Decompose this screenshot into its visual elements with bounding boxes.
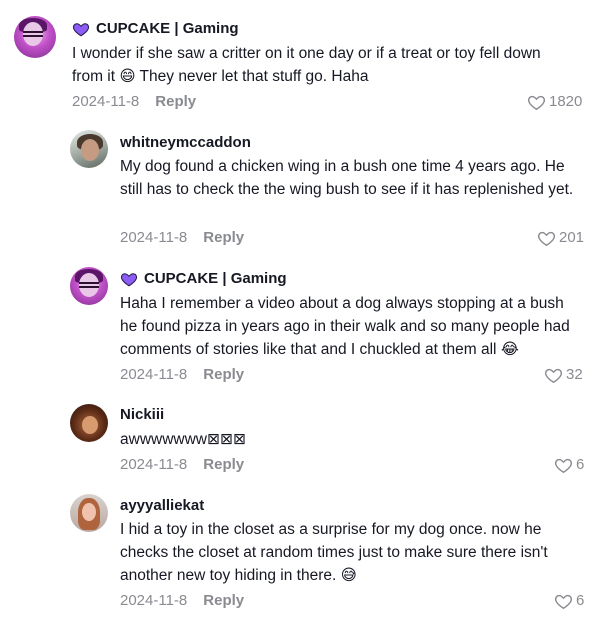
comment-date: 2024-11-8 bbox=[120, 366, 188, 383]
heart-outline-icon bbox=[544, 368, 563, 383]
comment-meta: 2024-11-8 Reply bbox=[120, 365, 244, 385]
comment-date: 2024-11-8 bbox=[120, 229, 188, 246]
reply-button[interactable]: Reply bbox=[155, 93, 196, 110]
avatar[interactable] bbox=[70, 267, 108, 305]
comment-text: Haha I remember a video about a dog alwa… bbox=[120, 295, 570, 358]
comment-text: awwwwwww⊠⊠⊠ bbox=[120, 431, 246, 448]
comment-meta: 2024-11-8 Reply bbox=[120, 591, 244, 611]
reply-button[interactable]: Reply bbox=[203, 592, 244, 609]
like-count: 32 bbox=[566, 366, 583, 383]
comment-text: I hid a toy in the closet as a surprise … bbox=[120, 521, 548, 584]
like-count: 6 bbox=[576, 592, 585, 609]
comment-date: 2024-11-8 bbox=[120, 592, 188, 609]
reply-button[interactable]: Reply bbox=[203, 366, 244, 383]
comment-date: 2024-11-8 bbox=[72, 93, 140, 110]
heart-outline-icon bbox=[554, 594, 573, 609]
comment-username[interactable]: CUPCAKE | Gaming bbox=[120, 269, 287, 289]
comment-username[interactable]: CUPCAKE | Gaming bbox=[72, 19, 239, 39]
comment-username[interactable]: Nickiii bbox=[120, 405, 164, 425]
like-count: 6 bbox=[576, 456, 585, 473]
comment-date: 2024-11-8 bbox=[120, 456, 188, 473]
like-button[interactable]: 201 bbox=[537, 228, 584, 248]
like-button[interactable]: 6 bbox=[554, 455, 584, 475]
comment-meta: 2024-11-8 Reply bbox=[120, 228, 244, 248]
purple-heart-icon bbox=[72, 23, 90, 37]
reply-button[interactable]: Reply bbox=[203, 229, 244, 246]
like-count: 201 bbox=[559, 229, 585, 246]
like-button[interactable]: 1820 bbox=[527, 92, 582, 112]
like-count: 1820 bbox=[549, 93, 583, 110]
comment-username[interactable]: ayyyalliekat bbox=[120, 496, 204, 516]
avatar[interactable] bbox=[70, 404, 108, 442]
heart-outline-icon bbox=[554, 458, 573, 473]
comment-meta: 2024-11-8 Reply bbox=[72, 92, 196, 112]
avatar[interactable] bbox=[70, 130, 108, 168]
heart-outline-icon bbox=[537, 231, 556, 246]
like-button[interactable]: 32 bbox=[544, 365, 583, 385]
purple-heart-icon bbox=[120, 273, 138, 287]
avatar[interactable] bbox=[70, 494, 108, 532]
reply-button[interactable]: Reply bbox=[203, 456, 244, 473]
comment-username[interactable]: whitneymccaddon bbox=[120, 133, 251, 153]
avatar[interactable] bbox=[14, 16, 56, 58]
heart-outline-icon bbox=[527, 95, 546, 110]
comment-text: I wonder if she saw a critter on it one … bbox=[72, 45, 541, 85]
comment-text: My dog found a chicken wing in a bush on… bbox=[120, 158, 574, 198]
like-button[interactable]: 6 bbox=[554, 591, 584, 611]
comment-meta: 2024-11-8 Reply bbox=[120, 455, 244, 475]
